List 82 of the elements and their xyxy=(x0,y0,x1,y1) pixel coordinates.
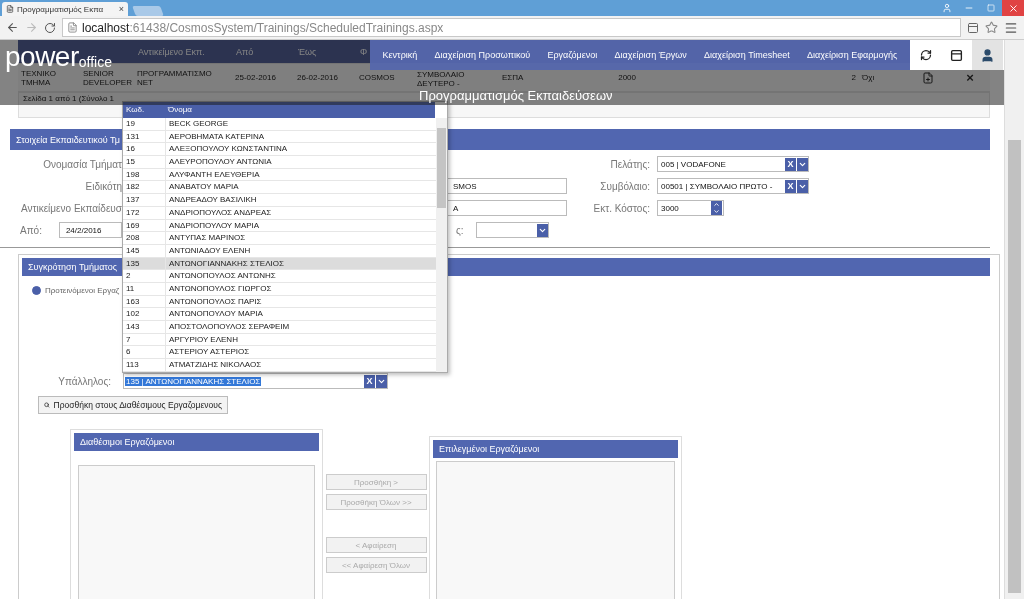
clear-button[interactable]: X xyxy=(785,157,796,171)
clear-button[interactable]: X xyxy=(785,179,796,193)
scrollbar[interactable] xyxy=(436,118,447,372)
column-header: Φ xyxy=(359,46,369,57)
nav-link[interactable]: Διαχείριση Προσωπικού xyxy=(434,50,531,60)
table-cell-text: 2000 xyxy=(617,73,636,82)
up-caret-icon xyxy=(713,201,720,208)
table-cell-text: Όχι xyxy=(862,73,876,82)
column-header: Από xyxy=(235,46,255,57)
list-item[interactable]: 143 ΑΠΟΣΤΟΛΟΠΟΥΛΟΣ ΣΕΡΑΦΕΙΜ xyxy=(123,321,436,334)
page-icon xyxy=(67,22,78,33)
user-icon[interactable] xyxy=(972,40,1003,70)
nav-link[interactable]: Εργαζόμενοι xyxy=(547,50,598,60)
radio-button[interactable] xyxy=(32,286,41,295)
list-item[interactable]: 15 ΑΛΕΥΡΟΠΟΥΛΟΥ ΑΝΤΩΝΙΑ xyxy=(123,156,436,169)
back-icon[interactable] xyxy=(6,21,19,34)
page-icon xyxy=(6,5,14,13)
number-field[interactable]: 3000 xyxy=(657,200,724,216)
field-label: Ειδικότη xyxy=(84,180,122,192)
section-title: Στοιχεία Εκπαιδευτικού Τμ xyxy=(16,134,120,145)
nav-link[interactable]: Κεντρική xyxy=(382,50,418,60)
delete-button[interactable]: × xyxy=(966,70,974,85)
tab-close[interactable]: × xyxy=(118,4,124,14)
field-label: Πελάτης: xyxy=(609,158,651,170)
list-item[interactable]: 137 ΑΝΔΡΕΑΔΟΥ ΒΑΣΙΛΙΚΗ xyxy=(123,194,436,207)
nav-link[interactable]: Διαχείριση Timesheet xyxy=(704,50,790,60)
clear-button[interactable]: X xyxy=(364,374,375,388)
list-item[interactable]: 19 BECK GEORGE xyxy=(123,118,436,131)
search-icon xyxy=(44,400,50,410)
combo-field[interactable]: 00501 | ΣΥΜΒΟΛΑΙΟ ΠΡΩΤΟ - X xyxy=(657,178,809,194)
table-cell-text: ΠΡΟΓΡΑΜΜΑΤΙΣΜΟ NET xyxy=(137,68,213,87)
field-label: Από: xyxy=(20,224,42,236)
table-cell-text: 2 xyxy=(850,73,856,82)
dropdown-button[interactable] xyxy=(797,157,808,171)
dropdown-button[interactable] xyxy=(376,374,387,388)
field-label: Υπάλληλος: xyxy=(57,375,111,387)
list-item[interactable]: 208 ΑΝΤΥΠΑΣ ΜΑΡΙΝΟΣ xyxy=(123,232,436,245)
table-cell-text: ΣΥΜΒΟΛΑΙΟ ΔΕΥΤΕΡΟ - xyxy=(417,70,466,88)
list-item[interactable]: 6 ΑΣΤΕΡΙΟΥ ΑΣΤΕΡΙΟΣ xyxy=(123,346,436,360)
browser-tab[interactable]: Προγραμματισμός Εκπα × xyxy=(2,2,128,16)
list-item[interactable]: 2 ΑΝΤΩΝΟΠΟΥΛΟΣ ΑΝΤΩΝΗΣ xyxy=(123,270,436,283)
radio-label: Προτεινόμενοι Εργαζ xyxy=(45,286,120,295)
list-item[interactable]: 102 ΑΝΤΩΝΟΠΟΥΛΟΥ ΜΑΡΙΑ xyxy=(123,308,436,321)
spinner-button[interactable] xyxy=(711,201,722,215)
panel-title: Επιλεγμένοι Εργαζόμενοι xyxy=(439,444,540,454)
select-field[interactable] xyxy=(475,222,549,238)
combo-field[interactable]: 135 | ΑΝΤΩΝΟΓΙΑΝΝΑΚΗΣ ΣΤΕΛΙΟΣ X xyxy=(123,373,388,389)
panel-title: Διαθέσιμοι Εργαζόμενοι xyxy=(80,437,175,447)
close-icon[interactable] xyxy=(1002,0,1024,16)
document-icon[interactable] xyxy=(921,71,934,84)
dropdown-button[interactable] xyxy=(797,179,808,193)
caret-icon xyxy=(713,208,720,215)
field-label: ς: xyxy=(455,224,464,236)
combo-field[interactable]: 005 | VODAFONE X xyxy=(657,156,809,172)
pager-text: Σελίδα 1 από 1 (Σύνολο 1 xyxy=(23,94,115,103)
column-header: Όνομα xyxy=(167,104,193,116)
menu-icon[interactable] xyxy=(1004,20,1018,35)
field-label: Ονομασία Τμήματ xyxy=(42,158,122,170)
page-title: Προγραμματισμός Εκπαιδεύσεων xyxy=(419,89,613,103)
field-label: Εκτ. Κόστος: xyxy=(592,202,651,214)
section-title: Συγκρότηση Τμήματος xyxy=(28,262,118,272)
star-icon[interactable] xyxy=(985,21,998,34)
nav-link[interactable]: Διαχείριση Έργων xyxy=(614,50,687,60)
table-cell-text: COSMOS xyxy=(359,73,396,82)
nav-link[interactable]: Διαχείριση Εφαρμογής xyxy=(807,50,898,60)
date-field[interactable]: 24/2/2016 xyxy=(58,222,122,238)
field-label: Αντικείμενο Εκπαίδευσ xyxy=(20,202,122,214)
reload-icon[interactable] xyxy=(44,21,56,34)
table-cell-text: 26-02-2016 xyxy=(297,73,339,82)
table-cell-text: 25-02-2016 xyxy=(235,73,277,82)
list-item[interactable]: 182 ΑΝΑΒΑΤΟΥ ΜΑΡΙΑ xyxy=(123,181,436,195)
field-label: Συμβόλαιο: xyxy=(599,180,651,192)
list-item[interactable]: 113 ΑΤΜΑΤΖΙΔΗΣ ΝΙΚΟΛΑΟΣ xyxy=(123,359,436,372)
list-item[interactable]: 16 ΑΛΕΞΟΠΟΥΛΟΥ ΚΩΝΣΤΑΝΤΙΝΑ xyxy=(123,143,436,157)
scrollbar[interactable] xyxy=(1004,40,1024,599)
add-button[interactable]: Προσθήκη στους Διαθέσιμους Εργαζομενους xyxy=(38,396,228,414)
dropdown-button[interactable] xyxy=(536,223,548,237)
table-cell-text: ΕΣΠΑ xyxy=(502,73,525,82)
address-field[interactable]: localhost:61438/CosmosSystem/Trainings/ScheduledTrainings.aspx xyxy=(62,18,961,37)
column-header: Κωδ. xyxy=(125,104,146,116)
column-header: Έως xyxy=(297,46,318,57)
column-header: Αντικείμενο Εκπ. xyxy=(137,46,206,57)
